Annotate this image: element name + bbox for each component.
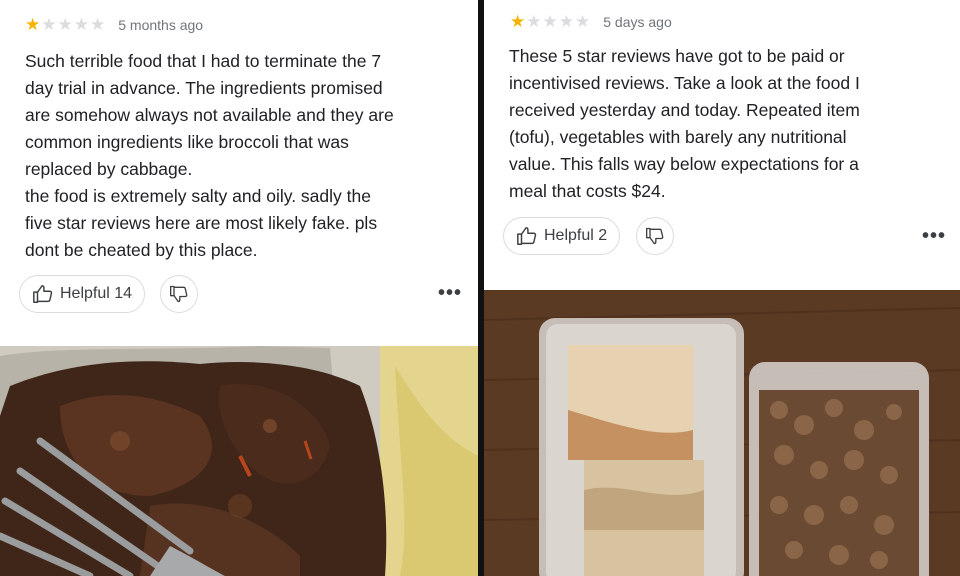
star-icon-empty: ★	[558, 12, 574, 31]
review-date: 5 days ago	[603, 13, 672, 30]
thumbs-down-icon	[646, 227, 664, 245]
helpful-button[interactable]: Helpful 14	[19, 275, 146, 313]
star-rating: ★ ★ ★ ★ ★	[510, 13, 591, 30]
more-options-button[interactable]: •••	[438, 282, 462, 305]
thumbs-up-icon	[33, 285, 53, 303]
review-rating-row: ★ ★ ★ ★ ★ 5 days ago	[510, 13, 672, 30]
helpful-button[interactable]: Helpful 2	[503, 217, 621, 255]
star-icon-filled: ★	[510, 12, 526, 31]
review-date: 5 months ago	[118, 16, 204, 33]
star-icon-empty: ★	[90, 15, 106, 34]
star-icon-empty: ★	[57, 15, 73, 34]
star-icon-empty: ★	[542, 12, 558, 31]
review-photo[interactable]	[0, 346, 478, 576]
star-icon-filled: ★	[25, 15, 41, 34]
thumbs-down-icon	[170, 285, 188, 303]
helpful-label: Helpful 2	[544, 227, 608, 244]
dislike-button[interactable]	[160, 275, 198, 313]
star-icon-empty: ★	[73, 15, 89, 34]
review-rating-row: ★ ★ ★ ★ ★ 5 months ago	[25, 16, 203, 33]
star-icon-empty: ★	[526, 12, 542, 31]
star-rating: ★ ★ ★ ★ ★	[25, 16, 106, 33]
more-options-button[interactable]: •••	[922, 225, 946, 248]
review-photo[interactable]	[484, 290, 960, 576]
helpful-label: Helpful 14	[60, 285, 133, 302]
food-photo-tofu	[484, 290, 960, 576]
review-text: These 5 star reviews have got to be paid…	[509, 46, 860, 201]
dislike-button[interactable]	[636, 217, 674, 255]
review-card-2: ★ ★ ★ ★ ★ 5 days ago These 5 star review…	[484, 0, 960, 576]
review-text: Such terrible food that I had to termina…	[25, 51, 394, 260]
review-card-1: ★ ★ ★ ★ ★ 5 months ago Such terrible foo…	[0, 0, 478, 576]
food-photo-meat	[0, 346, 478, 576]
star-icon-empty: ★	[575, 12, 591, 31]
star-icon-empty: ★	[41, 15, 57, 34]
thumbs-up-icon	[517, 227, 537, 245]
